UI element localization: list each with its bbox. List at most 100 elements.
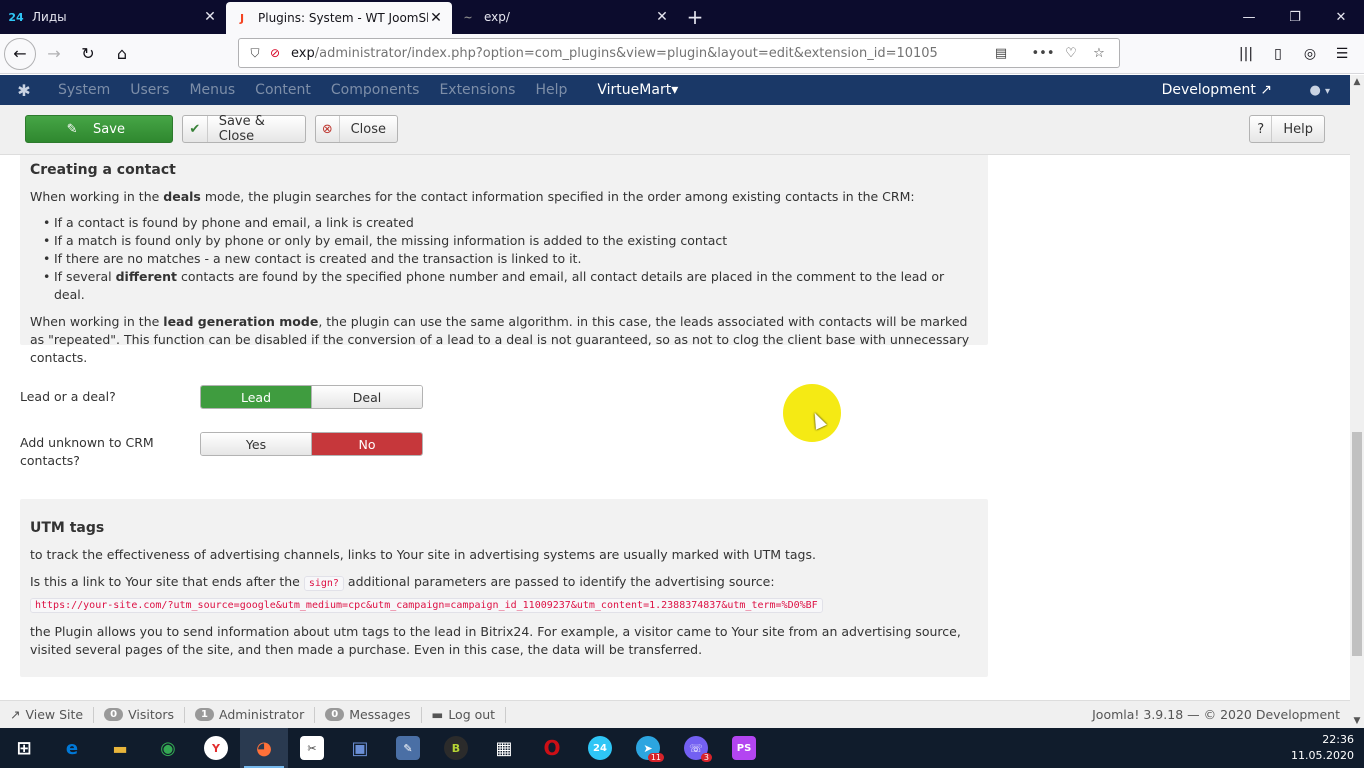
utm-example: https://your-site.com/?utm_source=google…: [30, 595, 978, 615]
floppy-icon: ▣: [351, 737, 369, 759]
external-link-icon: ↗: [1260, 82, 1272, 98]
taskbar-app-editor[interactable]: ✎: [384, 728, 432, 768]
plus-icon[interactable]: +: [678, 0, 712, 34]
site-link[interactable]: Development ↗: [1162, 82, 1272, 98]
help-button[interactable]: ? Help: [1249, 115, 1325, 143]
more-actions-icon[interactable]: •••: [1029, 46, 1057, 61]
visitors-status[interactable]: 0 Visitors: [94, 706, 186, 723]
tab-leads[interactable]: 24 Лиды ✕: [0, 0, 226, 34]
intro-text: When working in the deals mode, the plug…: [30, 188, 978, 206]
shield-icon[interactable]: ⛉: [245, 46, 265, 61]
scroll-up-icon[interactable]: ▲: [1350, 75, 1364, 89]
clock-time: 22:36: [1322, 733, 1354, 746]
taskbar-app-chrome[interactable]: ◉: [144, 728, 192, 768]
utm-description: the Plugin allows you to send informatio…: [30, 624, 961, 657]
edge-icon: e: [65, 737, 79, 759]
joomla-admin-menu: ✱ System Users Menus Content Components …: [0, 75, 1350, 105]
reader-view-icon[interactable]: ▤: [987, 46, 1015, 61]
minimize-icon[interactable]: —: [1226, 0, 1272, 34]
scroll-down-icon[interactable]: ▼: [1350, 714, 1364, 728]
page-favicon-icon: ~: [463, 10, 473, 24]
menu-system[interactable]: System: [48, 82, 120, 98]
taskbar-app-opera[interactable]: O: [528, 728, 576, 768]
messages-status[interactable]: 0 Messages: [315, 706, 422, 723]
edit-icon: ✎: [66, 121, 78, 137]
bookmark-star-icon[interactable]: ☆: [1085, 46, 1113, 61]
menu-users[interactable]: Users: [120, 82, 179, 98]
save-and-close-button[interactable]: ✔ Save & Close: [182, 114, 306, 144]
taskbar-app-phpstorm[interactable]: PS: [720, 728, 768, 768]
forward-arrow-icon[interactable]: →: [38, 38, 70, 70]
taskbar-app-save[interactable]: ▣: [336, 728, 384, 768]
taskbar-app-edge[interactable]: e: [48, 728, 96, 768]
address-bar[interactable]: ⛉ ⊘ exp/administrator/index.php?option=c…: [238, 38, 1120, 68]
close-tab-icon[interactable]: ✕: [428, 10, 444, 26]
taskbar-app-viber[interactable]: ☏ 3: [672, 728, 720, 768]
check-icon: ✔: [183, 116, 208, 142]
taskbar-app-b[interactable]: B: [432, 728, 480, 768]
administrator-status[interactable]: 1 Administrator: [185, 706, 316, 723]
joomla-logo-icon[interactable]: ✱: [0, 81, 48, 100]
close-window-icon[interactable]: ✕: [1318, 0, 1364, 34]
restore-icon[interactable]: ❐: [1272, 0, 1318, 34]
close-tab-icon[interactable]: ✕: [654, 9, 670, 25]
taskbar-app-firefox[interactable]: ◕: [240, 728, 288, 768]
home-icon[interactable]: ⌂: [106, 38, 138, 70]
visitors-label: Visitors: [128, 707, 175, 722]
scrollbar-thumb[interactable]: [1352, 432, 1362, 656]
taskbar-app-explorer[interactable]: ▬: [96, 728, 144, 768]
plugin-settings-content: Creating a contact When working in the d…: [0, 155, 1350, 700]
menu-help[interactable]: Help: [525, 82, 577, 98]
back-arrow-icon[interactable]: ←: [4, 37, 36, 70]
close-tab-icon[interactable]: ✕: [202, 9, 218, 25]
menu-virtuemart[interactable]: VirtueMart▾: [587, 82, 688, 98]
utm-link-text: Is this a link to Your site that ends af…: [30, 573, 978, 593]
sidebar-icon[interactable]: ▯: [1262, 38, 1294, 70]
tab-plugins[interactable]: J Plugins: System - WT JoomShopping ✕: [226, 2, 452, 34]
visitors-badge: 0: [104, 708, 124, 721]
account-icon[interactable]: ◎: [1294, 38, 1326, 70]
tab-title: Plugins: System - WT JoomShopping: [258, 11, 428, 25]
user-menu[interactable]: ● ▾: [1309, 83, 1330, 98]
browser-toolbar-right: ||| ▯ ◎ ☰: [1230, 38, 1358, 70]
telegram-badge: 11: [647, 753, 664, 762]
p2-c: additional parameters are passed to iden…: [343, 574, 775, 589]
menu-extensions[interactable]: Extensions: [429, 82, 525, 98]
menu-content[interactable]: Content: [245, 82, 321, 98]
no-option[interactable]: No: [311, 433, 422, 455]
taskbar-app-yandex[interactable]: Y: [192, 728, 240, 768]
admin-badge: 1: [195, 708, 214, 721]
pocket-icon[interactable]: ♡: [1057, 46, 1085, 61]
page-scrollbar[interactable]: ▲ ▼: [1350, 75, 1364, 728]
system-clock[interactable]: 22:36 11.05.2020: [1291, 732, 1354, 764]
tab-exp[interactable]: ~ exp/ ✕: [452, 0, 678, 34]
p2-a: Is this a link to Your site that ends af…: [30, 574, 304, 589]
taskbar-app-bitrix24[interactable]: 24: [576, 728, 624, 768]
insecure-lock-icon[interactable]: ⊘: [265, 46, 285, 60]
yandex-icon: Y: [204, 736, 228, 760]
calculator-icon: ▦: [495, 737, 513, 759]
view-site-link[interactable]: ↗ View Site: [0, 706, 95, 723]
close-button[interactable]: ⊗ Close: [315, 115, 398, 143]
start-button[interactable]: ⊞: [0, 728, 48, 768]
reload-icon[interactable]: ↻: [72, 38, 104, 70]
yes-option[interactable]: Yes: [201, 433, 311, 455]
menu-menus[interactable]: Menus: [179, 82, 245, 98]
save-button[interactable]: ✎ Save: [25, 115, 173, 143]
lead-option[interactable]: Lead: [201, 386, 311, 408]
logout-link[interactable]: ▬ Log out: [422, 706, 507, 723]
taskbar-app-calculator[interactable]: ▦: [480, 728, 528, 768]
library-icon[interactable]: |||: [1230, 38, 1262, 70]
url-text[interactable]: exp/administrator/index.php?option=com_p…: [285, 46, 987, 61]
deal-option[interactable]: Deal: [311, 386, 422, 408]
menu-components[interactable]: Components: [321, 82, 430, 98]
messages-badge: 0: [325, 708, 345, 721]
taskbar-app-telegram[interactable]: ➤ 11: [624, 728, 672, 768]
para-b: lead generation mode: [163, 314, 319, 329]
bullet4-b: different: [115, 269, 177, 284]
cancel-icon: ⊗: [316, 116, 340, 142]
phpstorm-icon: PS: [732, 736, 756, 760]
taskbar-app-snip[interactable]: ✂: [288, 728, 336, 768]
bitrix24-favicon-icon: 24: [8, 10, 24, 24]
menu-icon[interactable]: ☰: [1326, 38, 1358, 70]
